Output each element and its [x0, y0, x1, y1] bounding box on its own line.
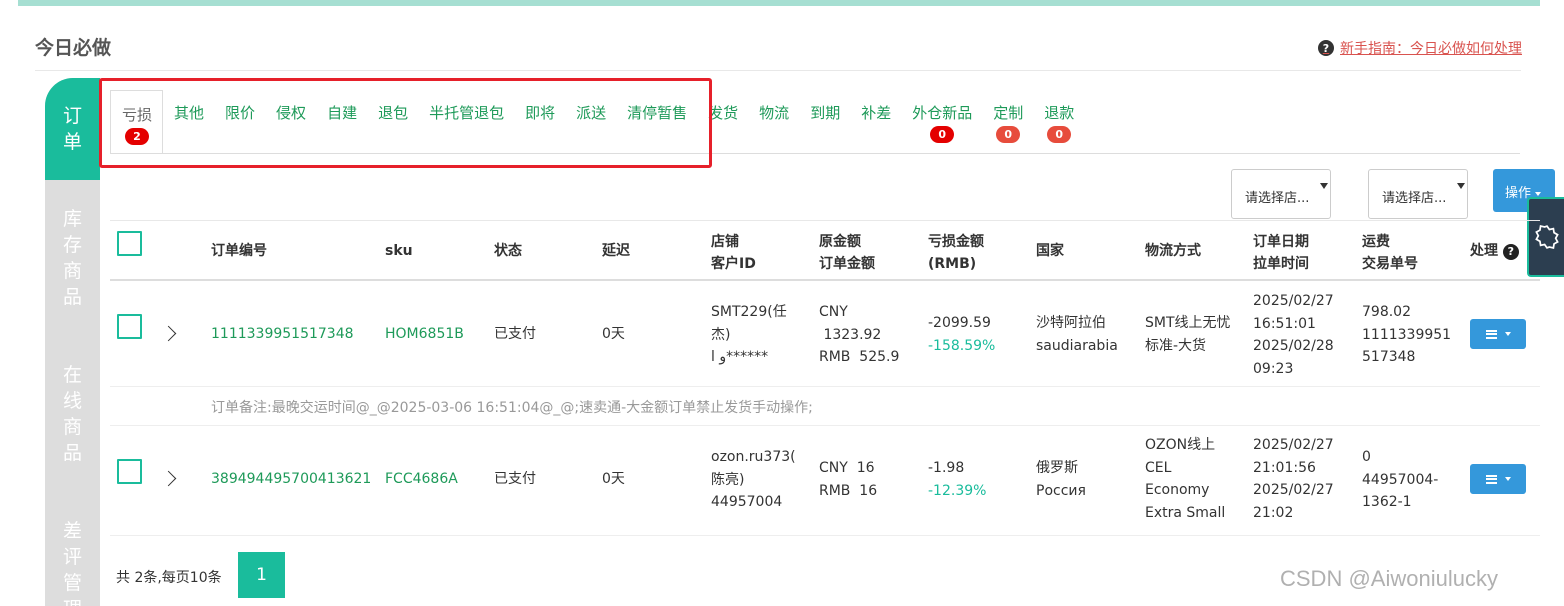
col-fee: 运费 交易单号 — [1362, 234, 1418, 272]
side-tab-online-products[interactable]: 在 线 商 品 — [45, 310, 100, 466]
category-tabs: 亏损 2 其他 限价 侵权 自建 退包 半托管退包 即将 派送 清停暂售 发货 … — [110, 90, 1084, 154]
tab-overseas-new[interactable]: 外仓新品 0 — [901, 90, 982, 154]
tab-expiring[interactable]: 到期 — [799, 90, 850, 154]
order-number-link[interactable]: 389494495700413621 — [211, 468, 371, 491]
caret-down-icon — [1504, 477, 1511, 481]
row-action-menu-button[interactable] — [1470, 319, 1526, 349]
col-status: 状态 — [494, 243, 522, 259]
tab-loss[interactable]: 亏损 2 — [110, 90, 164, 154]
tab-other[interactable]: 其他 — [163, 90, 214, 154]
loss-cell: -1.98 -12.39% — [928, 460, 987, 499]
count-badge: 0 — [996, 126, 1021, 143]
table-row: 1111339951517348 HOM6851B 已支付 0天 SMT229(… — [110, 281, 1540, 387]
count-badge: 0 — [930, 126, 955, 143]
store-cell: ozon.ru373( 陈亮) 44957004 — [711, 449, 796, 510]
row-checkbox[interactable] — [117, 459, 142, 484]
caret-down-icon — [1320, 183, 1328, 189]
tab-delivery[interactable]: 派送 — [565, 90, 616, 154]
sku-link[interactable]: HOM6851B — [385, 323, 464, 346]
delay-text: 0天 — [602, 471, 625, 487]
side-tab-orders[interactable]: 订 单 — [45, 78, 100, 180]
tab-supplement[interactable]: 补差 — [850, 90, 901, 154]
caret-down-icon — [1457, 183, 1465, 189]
dates-cell: 2025/02/27 16:51:01 2025/02/28 09:23 — [1253, 293, 1334, 377]
table-row: 389494495700413621 FCC4686A 已支付 0天 ozon.… — [110, 426, 1540, 536]
watermark: CSDN @Aiwoniulucky — [1280, 566, 1498, 591]
col-delay: 延迟 — [602, 243, 630, 259]
top-accent-bar — [18, 0, 1540, 6]
guide-link[interactable]: ? 新手指南：今日必做如何处理 — [1318, 38, 1522, 58]
menu-icon — [1485, 329, 1497, 339]
pagination-summary: 共 2条,每页10条 — [116, 570, 222, 586]
country-cell: 俄罗斯 Россия — [1036, 460, 1086, 499]
shipping-cell: SMT线上无忧 标准-大货 — [1145, 315, 1231, 354]
table-header: 订单编号 sku 状态 延迟 店铺 客户ID 原金额 订单金额 亏损金额 (RM… — [110, 220, 1540, 281]
count-badge: 0 — [1047, 126, 1072, 143]
col-loss: 亏损金额 (RMB) — [928, 234, 984, 272]
divider — [35, 70, 1521, 71]
tabs-divider — [110, 153, 1520, 154]
col-amount: 原金额 订单金额 — [819, 234, 875, 272]
amount-cell: CNY 16 RMB 16 — [819, 460, 878, 499]
sku-link[interactable]: FCC4686A — [385, 468, 458, 491]
caret-down-icon — [1535, 191, 1542, 196]
fee-cell: 798.02 1111339951 517348 — [1362, 304, 1452, 365]
tab-custom[interactable]: 定制 0 — [982, 90, 1033, 154]
help-circle-icon: ? — [1318, 40, 1334, 56]
country-cell: 沙特阿拉伯 saudiarabia — [1036, 315, 1118, 354]
status-text: 已支付 — [494, 471, 536, 487]
col-country: 国家 — [1036, 243, 1064, 259]
tab-suspended-sale[interactable]: 清停暂售 — [616, 90, 697, 154]
side-tab-bad-reviews[interactable]: 差 评 管 理 — [45, 466, 100, 606]
row-checkbox[interactable] — [117, 314, 142, 339]
delay-text: 0天 — [602, 326, 625, 342]
tab-return-package[interactable]: 退包 — [367, 90, 418, 154]
col-order-no: 订单编号 — [211, 243, 267, 259]
col-sku: sku — [385, 243, 413, 259]
tab-price-limit[interactable]: 限价 — [214, 90, 265, 154]
tab-logistics[interactable]: 物流 — [748, 90, 799, 154]
guide-link-label: 新手指南：今日必做如何处理 — [1340, 41, 1522, 57]
order-note: 订单备注:最晚交运时间@_@2025-03-06 16:51:04@_@;速卖通… — [110, 387, 1540, 426]
chevron-right-icon[interactable] — [160, 470, 177, 487]
caret-down-icon — [1504, 332, 1511, 336]
row-action-menu-button[interactable] — [1470, 464, 1526, 494]
orders-table: 订单编号 sku 状态 延迟 店铺 客户ID 原金额 订单金额 亏损金额 (RM… — [110, 220, 1540, 536]
tab-self-built[interactable]: 自建 — [316, 90, 367, 154]
tab-shipping[interactable]: 发货 — [697, 90, 748, 154]
fee-cell: 0 44957004- 1362-1 — [1362, 449, 1439, 510]
side-tab-inventory[interactable]: 库 存 商 品 — [45, 180, 100, 310]
col-dates: 订单日期 拉单时间 — [1253, 234, 1309, 272]
tab-refund[interactable]: 退款 0 — [1033, 90, 1084, 154]
menu-icon — [1485, 474, 1497, 484]
store-cell: SMT229(任 杰) l و****** — [711, 304, 787, 365]
help-circle-icon: ? — [1502, 244, 1519, 260]
select-all-checkbox[interactable] — [117, 231, 142, 256]
dates-cell: 2025/02/27 21:01:56 2025/02/27 21:02 — [1253, 437, 1334, 521]
col-action: 处理 ? — [1470, 240, 1519, 262]
col-shipping: 物流方式 — [1145, 243, 1201, 259]
amount-cell: CNY 1323.92 RMB 525.9 — [819, 304, 900, 365]
order-number-link[interactable]: 1111339951517348 — [211, 323, 354, 346]
page-title: 今日必做 — [35, 37, 112, 59]
store-select-2[interactable]: 请选择店... — [1368, 169, 1468, 219]
tab-semi-managed-return[interactable]: 半托管退包 — [418, 90, 514, 154]
tab-infringement[interactable]: 侵权 — [265, 90, 316, 154]
loss-cell: -2099.59 -158.59% — [928, 315, 996, 354]
page-button-1[interactable]: 1 — [238, 552, 285, 598]
tab-upcoming[interactable]: 即将 — [514, 90, 565, 154]
col-store: 店铺 客户ID — [711, 234, 756, 272]
status-text: 已支付 — [494, 326, 536, 342]
shipping-cell: OZON线上 CEL Economy Extra Small — [1145, 437, 1226, 521]
store-select-1[interactable]: 请选择店... — [1231, 169, 1331, 219]
count-badge: 2 — [125, 128, 149, 145]
side-tab-bar: 订 单 库 存 商 品 在 线 商 品 差 评 管 理 — [45, 78, 100, 606]
chevron-right-icon[interactable] — [160, 325, 177, 342]
